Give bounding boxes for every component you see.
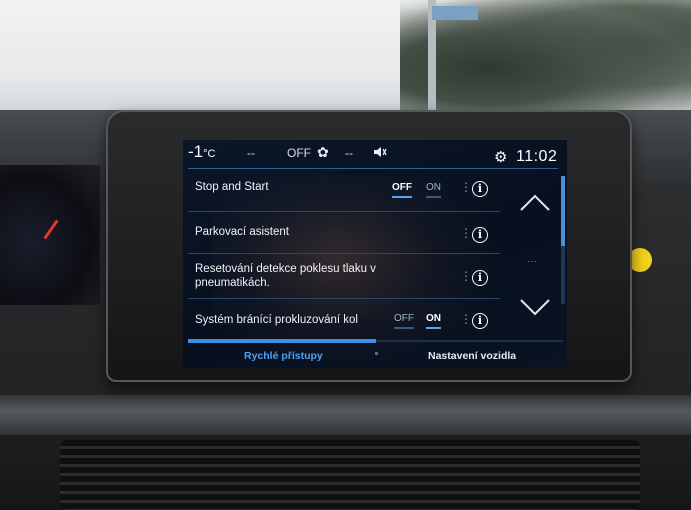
ac-state[interactable]: OFF xyxy=(287,146,311,160)
gear-icon[interactable]: ⚙ xyxy=(494,148,507,166)
list-item-traction-control[interactable]: Systém bránící prokluzování kol xyxy=(195,313,501,327)
row-divider xyxy=(188,253,500,254)
tab-vehicle-settings[interactable]: Nastavení vozidla xyxy=(428,350,516,362)
stop-start-toggle[interactable]: OFF ON xyxy=(392,180,452,198)
list-item-stop-start[interactable]: Stop and Start xyxy=(195,180,501,194)
list-item-label: Stop and Start xyxy=(195,181,269,193)
more-menu-icon[interactable]: ⋮ xyxy=(460,226,472,240)
chevron-down-icon xyxy=(520,299,550,316)
scroll-down-button[interactable] xyxy=(519,296,551,322)
chevron-up-icon xyxy=(520,194,550,211)
list-item-label: Systém bránící prokluzování kol xyxy=(195,314,358,326)
toggle-off-option[interactable]: OFF xyxy=(392,182,412,198)
row-divider xyxy=(188,211,500,212)
infotainment-screen xyxy=(183,140,567,368)
flag xyxy=(432,6,478,20)
temperature-unit: °C xyxy=(203,148,216,160)
scroll-up-button[interactable] xyxy=(519,190,551,216)
scroll-indicator-dots: ... xyxy=(527,254,538,264)
traction-control-toggle[interactable]: OFF ON xyxy=(394,311,454,329)
more-menu-icon[interactable]: ⋮ xyxy=(460,269,472,283)
temperature-readout[interactable]: -1°C xyxy=(188,142,215,162)
row-divider xyxy=(188,298,500,299)
tab-quick-access[interactable]: Rychlé přístupy xyxy=(244,350,323,362)
clock: 11:02 xyxy=(516,148,558,165)
more-menu-icon[interactable]: ⋮ xyxy=(460,180,472,194)
list-item-parking-assist[interactable]: Parkovací asistent xyxy=(195,225,501,239)
volume-value[interactable]: -- xyxy=(345,146,353,160)
info-icon[interactable]: i xyxy=(472,227,488,243)
fan-speed-value[interactable]: -- xyxy=(247,146,255,160)
list-item-label: Parkovací asistent xyxy=(195,226,289,238)
air-vent xyxy=(60,440,640,510)
dashboard-trim xyxy=(0,395,691,435)
toggle-on-option[interactable]: ON xyxy=(426,182,441,198)
scrollbar-thumb[interactable] xyxy=(561,176,565,246)
temperature-value: -1 xyxy=(188,142,204,161)
tab-separator-dot xyxy=(375,352,378,355)
toggle-on-option[interactable]: ON xyxy=(426,313,441,329)
list-item-label: Resetování detekce poklesu tlaku v pneum… xyxy=(195,263,376,289)
more-menu-icon[interactable]: ⋮ xyxy=(460,312,472,326)
info-icon[interactable]: i xyxy=(472,181,488,197)
status-divider xyxy=(188,168,558,169)
active-tab-indicator xyxy=(188,339,376,343)
list-item-tyre-pressure-reset[interactable]: Resetování detekce poklesu tlaku v pneum… xyxy=(195,262,415,290)
info-icon[interactable]: i xyxy=(472,270,488,286)
toggle-off-option[interactable]: OFF xyxy=(394,313,414,329)
instrument-cluster xyxy=(0,165,100,305)
info-icon[interactable]: i xyxy=(472,313,488,329)
fan-icon[interactable]: ✿ xyxy=(317,144,329,161)
speaker-muted-icon[interactable] xyxy=(373,145,387,162)
